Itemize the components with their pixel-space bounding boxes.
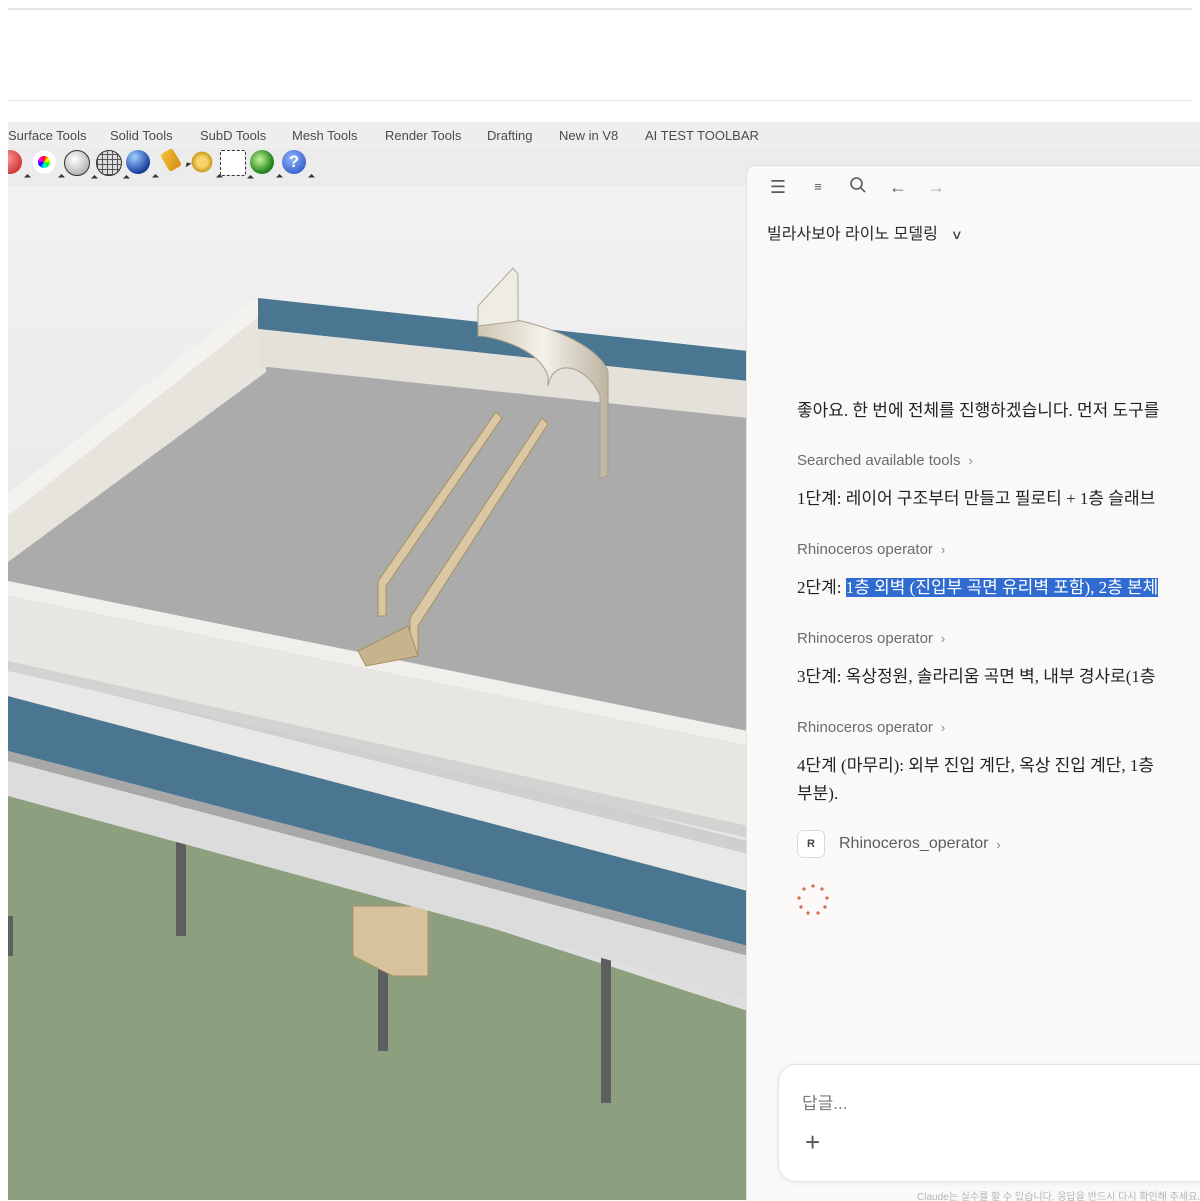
- globe-icon[interactable]: [250, 150, 274, 174]
- sphere-outline-icon[interactable]: [64, 150, 90, 176]
- tab-mesh-tools[interactable]: Mesh Tools: [292, 128, 358, 143]
- tool-call-label: Rhinoceros operator: [797, 719, 933, 736]
- outline-icon[interactable]: ≡: [807, 176, 829, 198]
- tool-call-step[interactable]: Rhinoceros operator ›: [797, 719, 945, 736]
- tool-call-step[interactable]: Rhinoceros operator ›: [797, 630, 945, 647]
- tab-new-in-v8[interactable]: New in V8: [559, 128, 618, 143]
- menu-icon[interactable]: ☰: [767, 176, 789, 198]
- gear-icon[interactable]: [190, 150, 214, 174]
- forward-arrow-icon[interactable]: →: [925, 176, 947, 198]
- tab-surface-tools[interactable]: Surface Tools: [8, 128, 87, 143]
- tab-solid-tools[interactable]: Solid Tools: [110, 128, 173, 143]
- conversation-title-text: 빌라사보아 라이노 모델링: [767, 226, 938, 243]
- reply-placeholder: 답글...: [802, 1094, 848, 1113]
- conversation-title[interactable]: 빌라사보아 라이노 모델링 ∨: [767, 220, 963, 244]
- tool-call-label: Rhinoceros operator: [797, 630, 933, 647]
- chevron-down-icon: ∨: [950, 227, 963, 242]
- piloti-column: [601, 946, 611, 1103]
- browser-top-rule: [8, 8, 1192, 10]
- reply-input[interactable]: 답글... +: [778, 1064, 1200, 1182]
- rhino-viewport[interactable]: [8, 186, 748, 1200]
- toolbar-tabs: Surface Tools Solid Tools SubD Tools Mes…: [8, 122, 1200, 148]
- browser-divider: [8, 100, 1192, 101]
- tool-call-label: Rhinoceros operator: [797, 541, 933, 558]
- chevron-right-icon: ›: [996, 836, 1001, 852]
- tab-ai-test-toolbar[interactable]: AI TEST TOOLBAR: [645, 128, 759, 143]
- grid-sphere-icon[interactable]: [96, 150, 122, 176]
- chevron-right-icon: ›: [940, 542, 946, 557]
- tab-drafting[interactable]: Drafting: [487, 128, 533, 143]
- searched-tools-step[interactable]: Searched available tools ›: [797, 452, 973, 469]
- step4-text-line1: 4단계 (마무리): 외부 진입 계단, 옥상 진입 계단, 1층: [797, 756, 1155, 775]
- light-icon[interactable]: [159, 147, 183, 173]
- chat-panel: ☰ ≡ ← → 빌라사보아 라이노 모델링 ∨ 좋아요. 한 번에 전체를 진행하…: [746, 165, 1200, 1201]
- searched-tools-label: Searched available tools: [797, 452, 961, 469]
- assistant-intro: 좋아요. 한 번에 전체를 진행하겠습니다. 먼저 도구를: [797, 401, 1160, 420]
- step4-text-line2: 부분).: [797, 784, 839, 803]
- layout-icon[interactable]: [220, 150, 246, 176]
- color-wheel-icon[interactable]: [32, 150, 56, 174]
- help-icon[interactable]: ?: [282, 150, 306, 174]
- step3-text: 3단계: 옥상정원, 솔라리움 곡면 벽, 내부 경사로(1층: [797, 667, 1156, 686]
- red-tool-icon[interactable]: [8, 150, 22, 174]
- disclaimer-text: Claude는 실수를 할 수 있습니다. 응답을 반드시 다시 확인해 주세요…: [917, 1192, 1200, 1201]
- chevron-right-icon: ›: [940, 631, 946, 646]
- step1-text: 1단계: 레이어 구조부터 만들고 필로티 + 1층 슬래브: [797, 489, 1156, 508]
- chevron-right-icon: ›: [940, 720, 946, 735]
- blue-sphere-icon[interactable]: [126, 150, 150, 174]
- tab-subd-tools[interactable]: SubD Tools: [200, 128, 266, 143]
- tab-render-tools[interactable]: Render Tools: [385, 128, 461, 143]
- step2-text: 2단계: 1층 외벽 (진입부 곡면 유리벽 포함), 2층 본체: [797, 573, 1159, 598]
- chevron-right-icon: ›: [968, 453, 973, 468]
- tool-call-step[interactable]: Rhinoceros operator ›: [797, 541, 945, 558]
- running-tool-label: Rhinoceros_operator: [839, 835, 989, 852]
- add-attachment-icon[interactable]: +: [805, 1129, 820, 1155]
- loading-spinner-icon: [797, 884, 829, 915]
- back-arrow-icon[interactable]: ←: [887, 176, 909, 198]
- step2-selected-text: 1층 외벽 (진입부 곡면 유리벽 포함), 2층 본체: [845, 578, 1159, 597]
- tool-badge: R: [797, 830, 825, 858]
- piloti-column: [8, 916, 13, 956]
- running-tool-chip[interactable]: R Rhinoceros_operator ›: [797, 830, 1001, 858]
- search-icon[interactable]: [847, 176, 869, 198]
- step2-prefix: 2단계:: [797, 578, 846, 597]
